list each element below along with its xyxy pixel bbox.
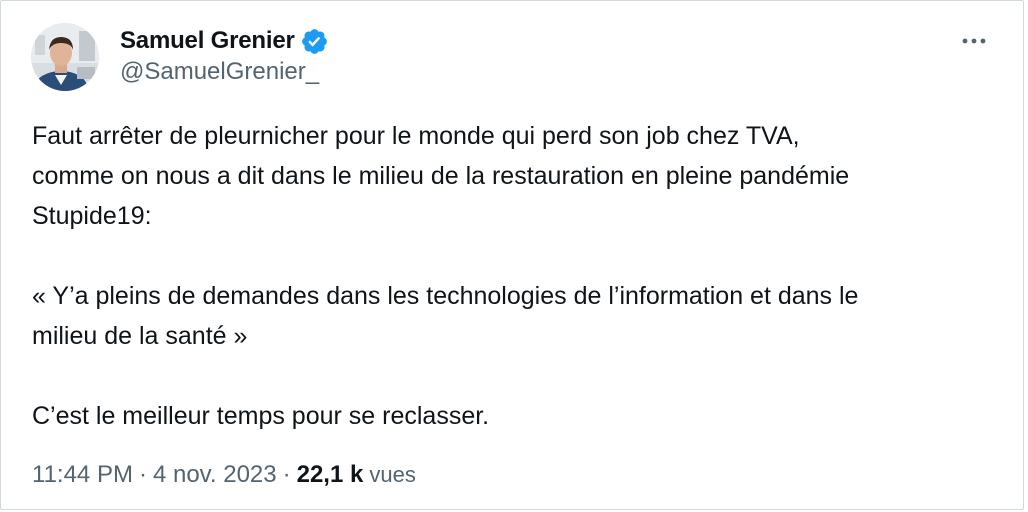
meta-separator: · xyxy=(138,461,147,488)
author-block: Samuel Grenier @SamuelGrenier_ xyxy=(120,25,329,86)
avatar[interactable] xyxy=(31,23,99,91)
tweet-line: C’est le meilleur temps pour se reclasse… xyxy=(32,402,490,430)
display-name[interactable]: Samuel Grenier xyxy=(120,27,295,55)
more-horizontal-icon[interactable] xyxy=(959,31,989,51)
tweet-line: comme on nous a dit dans le milieu de la… xyxy=(32,162,850,190)
handle[interactable]: @SamuelGrenier_ xyxy=(120,58,329,86)
views-label: vues xyxy=(369,462,416,487)
tweet-meta: 11:44 PM · 4 nov. 2023 · 22,1 k vues xyxy=(32,461,416,489)
name-row: Samuel Grenier xyxy=(120,25,329,57)
tweet-line: Faut arrêter de pleurnicher pour le mond… xyxy=(32,122,800,150)
tweet-card[interactable]: Samuel Grenier @SamuelGrenier_ Faut arrê… xyxy=(0,0,1024,510)
person-avatar-icon xyxy=(31,23,99,91)
views-count[interactable]: 22,1 k xyxy=(297,461,364,489)
tweet-time[interactable]: 11:44 PM xyxy=(32,461,133,489)
tweet-date[interactable]: 4 nov. 2023 xyxy=(153,461,277,489)
verified-badge-icon[interactable] xyxy=(300,27,329,56)
tweet-line: « Y’a pleins de demandes dans les techno… xyxy=(32,282,859,310)
tweet-line: Stupide19: xyxy=(32,202,152,230)
tweet-text: Faut arrêter de pleurnicher pour le mond… xyxy=(32,116,1002,436)
tweet-line: milieu de la santé » xyxy=(32,322,248,350)
meta-separator: · xyxy=(282,461,291,488)
